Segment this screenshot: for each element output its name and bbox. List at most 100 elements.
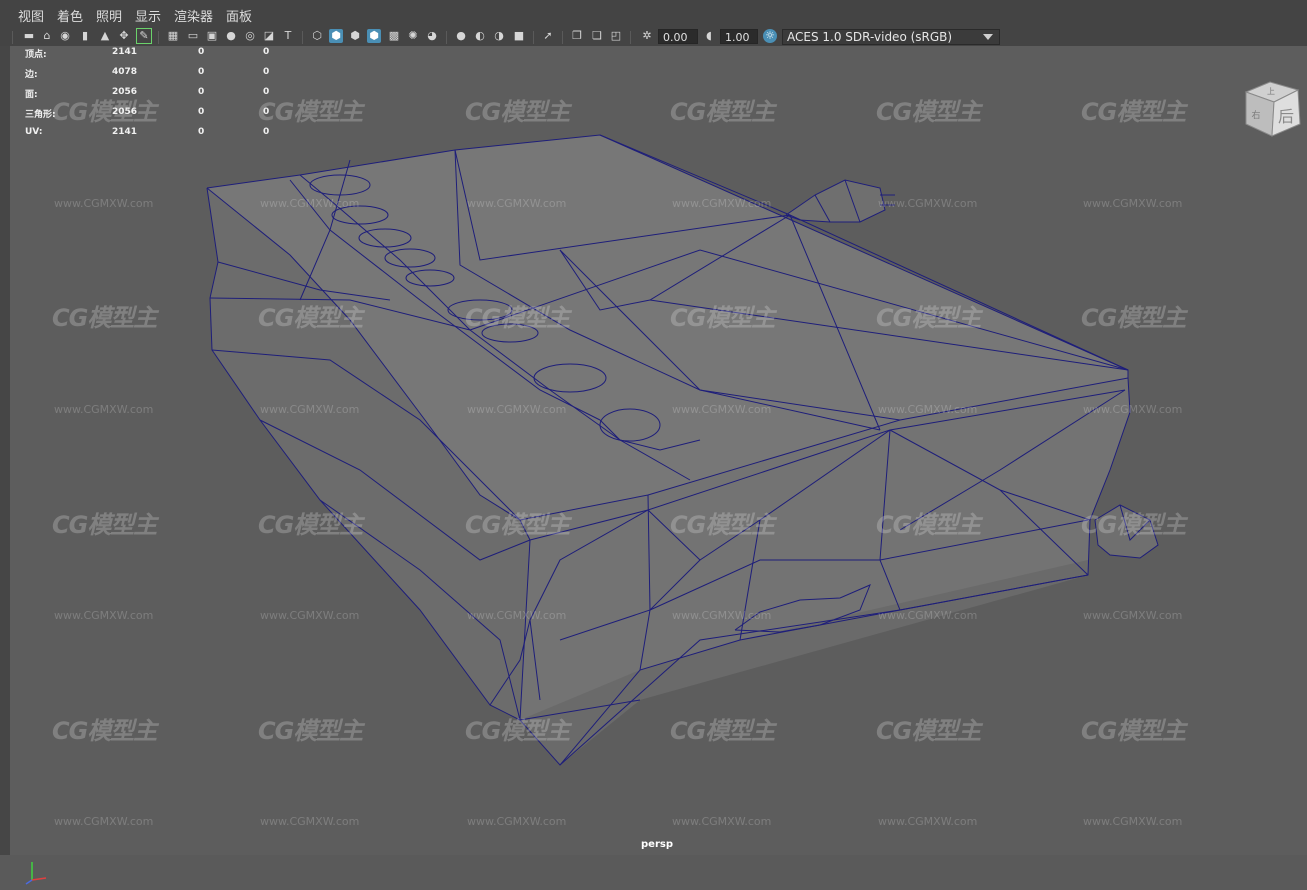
watermark-url: www.CGMXW.com xyxy=(672,403,772,416)
watermark-logo: CG模型主 xyxy=(258,304,363,332)
safe-title-icon[interactable]: T xyxy=(281,29,295,43)
watermark-logo: CG模型主 xyxy=(52,98,157,126)
xray-joints-icon[interactable]: ❐ xyxy=(570,29,584,43)
safe-action-icon[interactable]: ◪ xyxy=(262,29,276,43)
watermark-logo: CG模型主 xyxy=(1081,98,1186,126)
toolbar-separator xyxy=(533,31,534,44)
hud-value: 0 xyxy=(263,47,270,57)
chevron-down-icon xyxy=(983,34,993,40)
watermark-url: www.CGMXW.com xyxy=(1083,815,1183,828)
toolbar-separator xyxy=(446,31,447,44)
camera-name-label: persp xyxy=(641,839,673,850)
watermark-url: www.CGMXW.com xyxy=(878,197,978,210)
bookmark-icon[interactable]: ▮ xyxy=(78,29,92,43)
shadows-icon[interactable]: ✺ xyxy=(406,29,420,43)
isolate-select-icon[interactable]: ■ xyxy=(512,29,526,43)
smooth-shade-icon[interactable]: ⬢ xyxy=(329,29,343,43)
wireframe-icon[interactable]: ⬡ xyxy=(310,29,324,43)
hud-value: 0 xyxy=(198,107,205,117)
menu-panels[interactable]: 面板 xyxy=(226,6,252,25)
panel-border xyxy=(0,46,10,855)
wireframe-on-shaded-icon[interactable]: ⬢ xyxy=(348,29,362,43)
screen-space-ao-icon[interactable]: ◕ xyxy=(425,29,439,43)
watermark-url: www.CGMXW.com xyxy=(878,609,978,622)
watermark-url: www.CGMXW.com xyxy=(260,403,360,416)
watermark-url: www.CGMXW.com xyxy=(672,815,772,828)
toolbar-separator xyxy=(158,31,159,44)
lock-camera-icon[interactable]: ⌂ xyxy=(40,29,54,43)
xray-icon[interactable]: ➚ xyxy=(541,29,555,43)
watermark-logo: CG模型主 xyxy=(876,304,981,332)
viewcube-face-label[interactable]: 后 xyxy=(1278,107,1294,126)
watermark-logo: CG模型主 xyxy=(1081,511,1186,539)
gate-mask-icon[interactable]: ● xyxy=(224,29,238,43)
resolution-gate-icon[interactable]: ▣ xyxy=(205,29,219,43)
watermark-url: www.CGMXW.com xyxy=(260,815,360,828)
exposure-field[interactable]: 0.00 xyxy=(658,29,698,44)
hud-value: 2141 xyxy=(112,47,138,57)
watermark-url: www.CGMXW.com xyxy=(672,197,772,210)
watermark-url: www.CGMXW.com xyxy=(467,403,567,416)
motion-blur-icon[interactable]: ● xyxy=(454,29,468,43)
hud-value: 0 xyxy=(263,67,270,77)
anti-aliasing-icon[interactable]: ◐ xyxy=(473,29,487,43)
depth-of-field-icon[interactable]: ◑ xyxy=(492,29,506,43)
hud-value: 0 xyxy=(198,87,205,97)
watermark-logo: CG模型主 xyxy=(876,98,981,126)
menu-lighting[interactable]: 照明 xyxy=(96,6,122,25)
menu-view[interactable]: 视图 xyxy=(18,6,44,25)
textured-icon[interactable]: ⬢ xyxy=(367,29,381,43)
backface-culling-icon[interactable]: ❏ xyxy=(590,29,604,43)
camera-attributes-icon[interactable]: ◉ xyxy=(58,29,72,43)
watermark-logo: CG模型主 xyxy=(258,717,363,745)
watermark-url: www.CGMXW.com xyxy=(1083,609,1183,622)
watermark-logo: CG模型主 xyxy=(52,304,157,332)
gamma-icon[interactable]: ◖ xyxy=(702,29,716,43)
watermark-url: www.CGMXW.com xyxy=(1083,403,1183,416)
hud-label: 边: xyxy=(25,70,38,80)
grease-pencil-icon[interactable]: ✎ xyxy=(136,28,152,44)
watermark-url: www.CGMXW.com xyxy=(54,403,154,416)
watermark-url: www.CGMXW.com xyxy=(1083,197,1183,210)
camera-icon[interactable]: ▬ xyxy=(22,29,36,43)
color-space-dropdown[interactable]: ACES 1.0 SDR-video (sRGB) xyxy=(782,29,1000,45)
panel-toolbar: ▬ ⌂ ◉ ▮ ▲ ✥ ✎ ▦ ▭ ▣ ● ◎ ◪ T ⬡ ⬢ ⬢ ⬢ ▩ ✺ … xyxy=(0,28,1307,47)
watermark-url: www.CGMXW.com xyxy=(54,815,154,828)
watermark-url: www.CGMXW.com xyxy=(467,197,567,210)
menu-show[interactable]: 显示 xyxy=(135,6,161,25)
menu-shading[interactable]: 着色 xyxy=(57,6,83,25)
watermark-logo: CG模型主 xyxy=(52,717,157,745)
watermark-url: www.CGMXW.com xyxy=(260,197,360,210)
field-chart-icon[interactable]: ◎ xyxy=(243,29,257,43)
watermark-logo: CG模型主 xyxy=(465,511,570,539)
use-all-lights-icon[interactable]: ▩ xyxy=(387,29,401,43)
watermark-url: www.CGMXW.com xyxy=(54,197,154,210)
gamma-field[interactable]: 1.00 xyxy=(720,29,758,44)
color-management-icon[interactable]: ☼ xyxy=(763,29,777,43)
toolbar-separator xyxy=(302,31,303,44)
toolbar-separator xyxy=(562,31,563,44)
film-gate-icon[interactable]: ▭ xyxy=(186,29,200,43)
watermark-url: www.CGMXW.com xyxy=(54,609,154,622)
watermark-logo: CG模型主 xyxy=(670,304,775,332)
watermark-logo: CG模型主 xyxy=(670,717,775,745)
viewcube-side-label[interactable]: 右 xyxy=(1251,109,1260,121)
watermark-logo: CG模型主 xyxy=(876,511,981,539)
hud-value: 0 xyxy=(198,127,205,137)
viewcube-top-label[interactable]: 上 xyxy=(1267,87,1275,96)
hud-label: 面: xyxy=(25,90,38,100)
mesh-faces xyxy=(207,135,1158,765)
image-plane-icon[interactable]: ▲ xyxy=(98,29,112,43)
watermark-logo: CG模型主 xyxy=(1081,717,1186,745)
2d-pan-icon[interactable]: ✥ xyxy=(117,29,131,43)
watermark-logo: CG模型主 xyxy=(670,511,775,539)
watermark-logo: CG模型主 xyxy=(465,717,570,745)
watermark-url: www.CGMXW.com xyxy=(260,609,360,622)
view-transform-icon[interactable]: ◰ xyxy=(609,29,623,43)
menu-renderer[interactable]: 渲染器 xyxy=(174,6,213,25)
exposure-icon[interactable]: ✲ xyxy=(640,29,654,43)
viewcube[interactable]: 上 右 后 xyxy=(1242,78,1304,140)
grid-icon[interactable]: ▦ xyxy=(166,29,180,43)
toolbar-separator xyxy=(12,31,13,44)
hud-value: 0 xyxy=(198,67,205,77)
